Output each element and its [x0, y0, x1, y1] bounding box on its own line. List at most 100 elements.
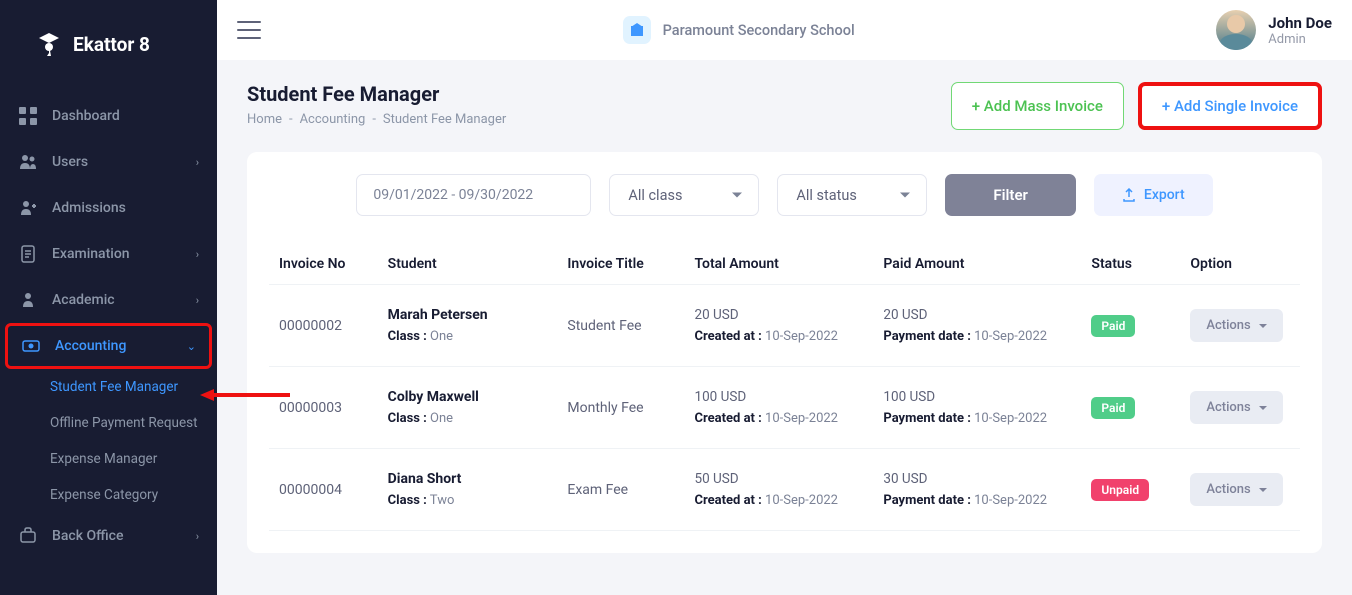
cell-student: Diana Short Class : Two: [378, 449, 558, 531]
chevron-right-icon: ›: [196, 294, 199, 307]
subnav-expense-category[interactable]: Expense Category: [50, 477, 217, 513]
th-paid-amount: Paid Amount: [873, 244, 1081, 285]
nav-users[interactable]: Users ›: [0, 139, 217, 185]
add-mass-invoice-button[interactable]: + Add Mass Invoice: [951, 82, 1124, 130]
header-actions: + Add Mass Invoice + Add Single Invoice: [951, 82, 1322, 130]
nav-label: Examination: [52, 246, 182, 262]
nav-label: Dashboard: [52, 108, 199, 124]
breadcrumb-separator: -: [289, 112, 293, 127]
breadcrumb-item[interactable]: Home: [247, 112, 282, 127]
student-name: Diana Short: [388, 471, 548, 487]
filters-row: All class All status Filter Export: [269, 174, 1300, 216]
student-class: Class : One: [388, 329, 548, 344]
total-amount: 20 USD: [694, 307, 863, 323]
user-info: John Doe Admin: [1268, 14, 1332, 47]
breadcrumb: Home - Accounting - Student Fee Manager: [247, 112, 506, 127]
actions-button[interactable]: Actions: [1190, 309, 1282, 342]
sidebar: Ekattor 8 Dashboard Users › Admissio: [0, 0, 217, 595]
th-student: Student: [378, 244, 558, 285]
paid-amount: 20 USD: [883, 307, 1071, 323]
logo-icon: [35, 30, 63, 58]
nav-accounting[interactable]: Accounting ⌄: [5, 323, 212, 369]
chevron-down-icon: ⌄: [187, 340, 196, 353]
student-name: Colby Maxwell: [388, 389, 548, 405]
nav-label: Admissions: [52, 200, 199, 216]
brand-logo[interactable]: Ekattor 8: [0, 0, 217, 88]
cell-invoice-no: 00000002: [269, 285, 378, 367]
export-button[interactable]: Export: [1094, 174, 1213, 216]
avatar: [1216, 10, 1256, 50]
table-row: 00000003 Colby Maxwell Class : One Monthly …: [269, 367, 1300, 449]
th-status: Status: [1081, 244, 1180, 285]
cell-student: Colby Maxwell Class : One: [378, 367, 558, 449]
cell-status: Unpaid: [1081, 449, 1180, 531]
caret-down-icon: [1259, 488, 1267, 492]
user-name: John Doe: [1268, 14, 1332, 32]
cell-paid: 20 USD Payment date : 10-Sep-2022: [873, 285, 1081, 367]
caret-down-icon: [1259, 406, 1267, 410]
nav-label: Accounting: [55, 338, 173, 354]
breadcrumb-separator: -: [372, 112, 376, 127]
date-range-input[interactable]: [356, 174, 591, 216]
cell-invoice-no: 00000003: [269, 367, 378, 449]
subnav-expense-manager[interactable]: Expense Manager: [50, 441, 217, 477]
payment-date: Payment date : 10-Sep-2022: [883, 329, 1071, 344]
subnav-student-fee[interactable]: Student Fee Manager: [50, 369, 217, 405]
breadcrumb-item: Student Fee Manager: [383, 112, 506, 127]
created-at: Created at : 10-Sep-2022: [694, 329, 863, 344]
page-title: Student Fee Manager: [247, 82, 506, 106]
nav-admissions[interactable]: Admissions: [0, 185, 217, 231]
cell-status: Paid: [1081, 367, 1180, 449]
table-row: 00000002Marah PetersenClass : OneStudent…: [269, 285, 1300, 367]
student-class: Class : Two: [388, 493, 548, 508]
school-icon: [623, 16, 651, 44]
cell-option: Actions: [1180, 449, 1300, 531]
cell-invoice-title: Monthly Fee: [557, 367, 684, 449]
subnav-offline-payment[interactable]: Offline Payment Request: [50, 405, 217, 441]
accounting-submenu: Student Fee Manager Offline Payment Requ…: [0, 369, 217, 513]
nav-examination[interactable]: Examination ›: [0, 231, 217, 277]
nav-back-office[interactable]: Back Office ›: [0, 513, 217, 559]
academic-icon: [18, 290, 38, 310]
export-icon: [1122, 188, 1136, 202]
cell-total: 20 USD Created at : 10-Sep-2022: [684, 285, 873, 367]
nav-dashboard[interactable]: Dashboard: [0, 93, 217, 139]
status-select[interactable]: All status: [777, 174, 927, 216]
total-amount: 50 USD: [694, 471, 863, 487]
caret-down-icon: [1259, 324, 1267, 328]
school-name: Paramount Secondary School: [663, 22, 855, 39]
table-row: 00000004Diana ShortClass : TwoExam Fee50…: [269, 449, 1300, 531]
top-bar: Paramount Secondary School John Doe Admi…: [217, 0, 1352, 60]
nav-academic[interactable]: Academic ›: [0, 277, 217, 323]
user-menu[interactable]: John Doe Admin: [1216, 10, 1332, 50]
primary-nav: Dashboard Users › Admissions Examinatio: [0, 88, 217, 595]
cell-invoice-title: Student Fee: [557, 285, 684, 367]
invoice-table: Invoice No Student Invoice Title Total A…: [269, 244, 1300, 531]
actions-button[interactable]: Actions: [1190, 473, 1282, 506]
add-single-invoice-button[interactable]: + Add Single Invoice: [1138, 82, 1322, 130]
hamburger-menu[interactable]: [237, 21, 261, 39]
breadcrumb-item[interactable]: Accounting: [300, 112, 366, 127]
cell-student: Marah PetersenClass : One: [378, 285, 558, 367]
data-card: All class All status Filter Export Invoi…: [247, 152, 1322, 553]
content: Student Fee Manager Home - Accounting - …: [217, 60, 1352, 595]
actions-button[interactable]: Actions: [1190, 391, 1282, 424]
chevron-right-icon: ›: [196, 530, 199, 543]
brand-name: Ekattor 8: [73, 33, 150, 56]
table-header-row: Invoice No Student Invoice Title Total A…: [269, 244, 1300, 285]
accounting-icon: [21, 336, 41, 356]
student-class: Class : One: [388, 411, 548, 426]
cell-invoice-title: Exam Fee: [557, 449, 684, 531]
class-select[interactable]: All class: [609, 174, 759, 216]
th-total-amount: Total Amount: [684, 244, 873, 285]
nav-label: Users: [52, 154, 182, 170]
total-amount: 100 USD: [694, 389, 863, 405]
cell-status: Paid: [1081, 285, 1180, 367]
created-at: Created at : 10-Sep-2022: [694, 493, 863, 508]
school-selector[interactable]: Paramount Secondary School: [261, 16, 1216, 44]
cell-total: 100 USDCreated at : 10-Sep-2022: [684, 367, 873, 449]
cell-paid: 30 USDPayment date : 10-Sep-2022: [873, 449, 1081, 531]
paid-amount: 30 USD: [883, 471, 1071, 487]
filter-button[interactable]: Filter: [945, 174, 1076, 216]
chevron-right-icon: ›: [196, 248, 199, 261]
